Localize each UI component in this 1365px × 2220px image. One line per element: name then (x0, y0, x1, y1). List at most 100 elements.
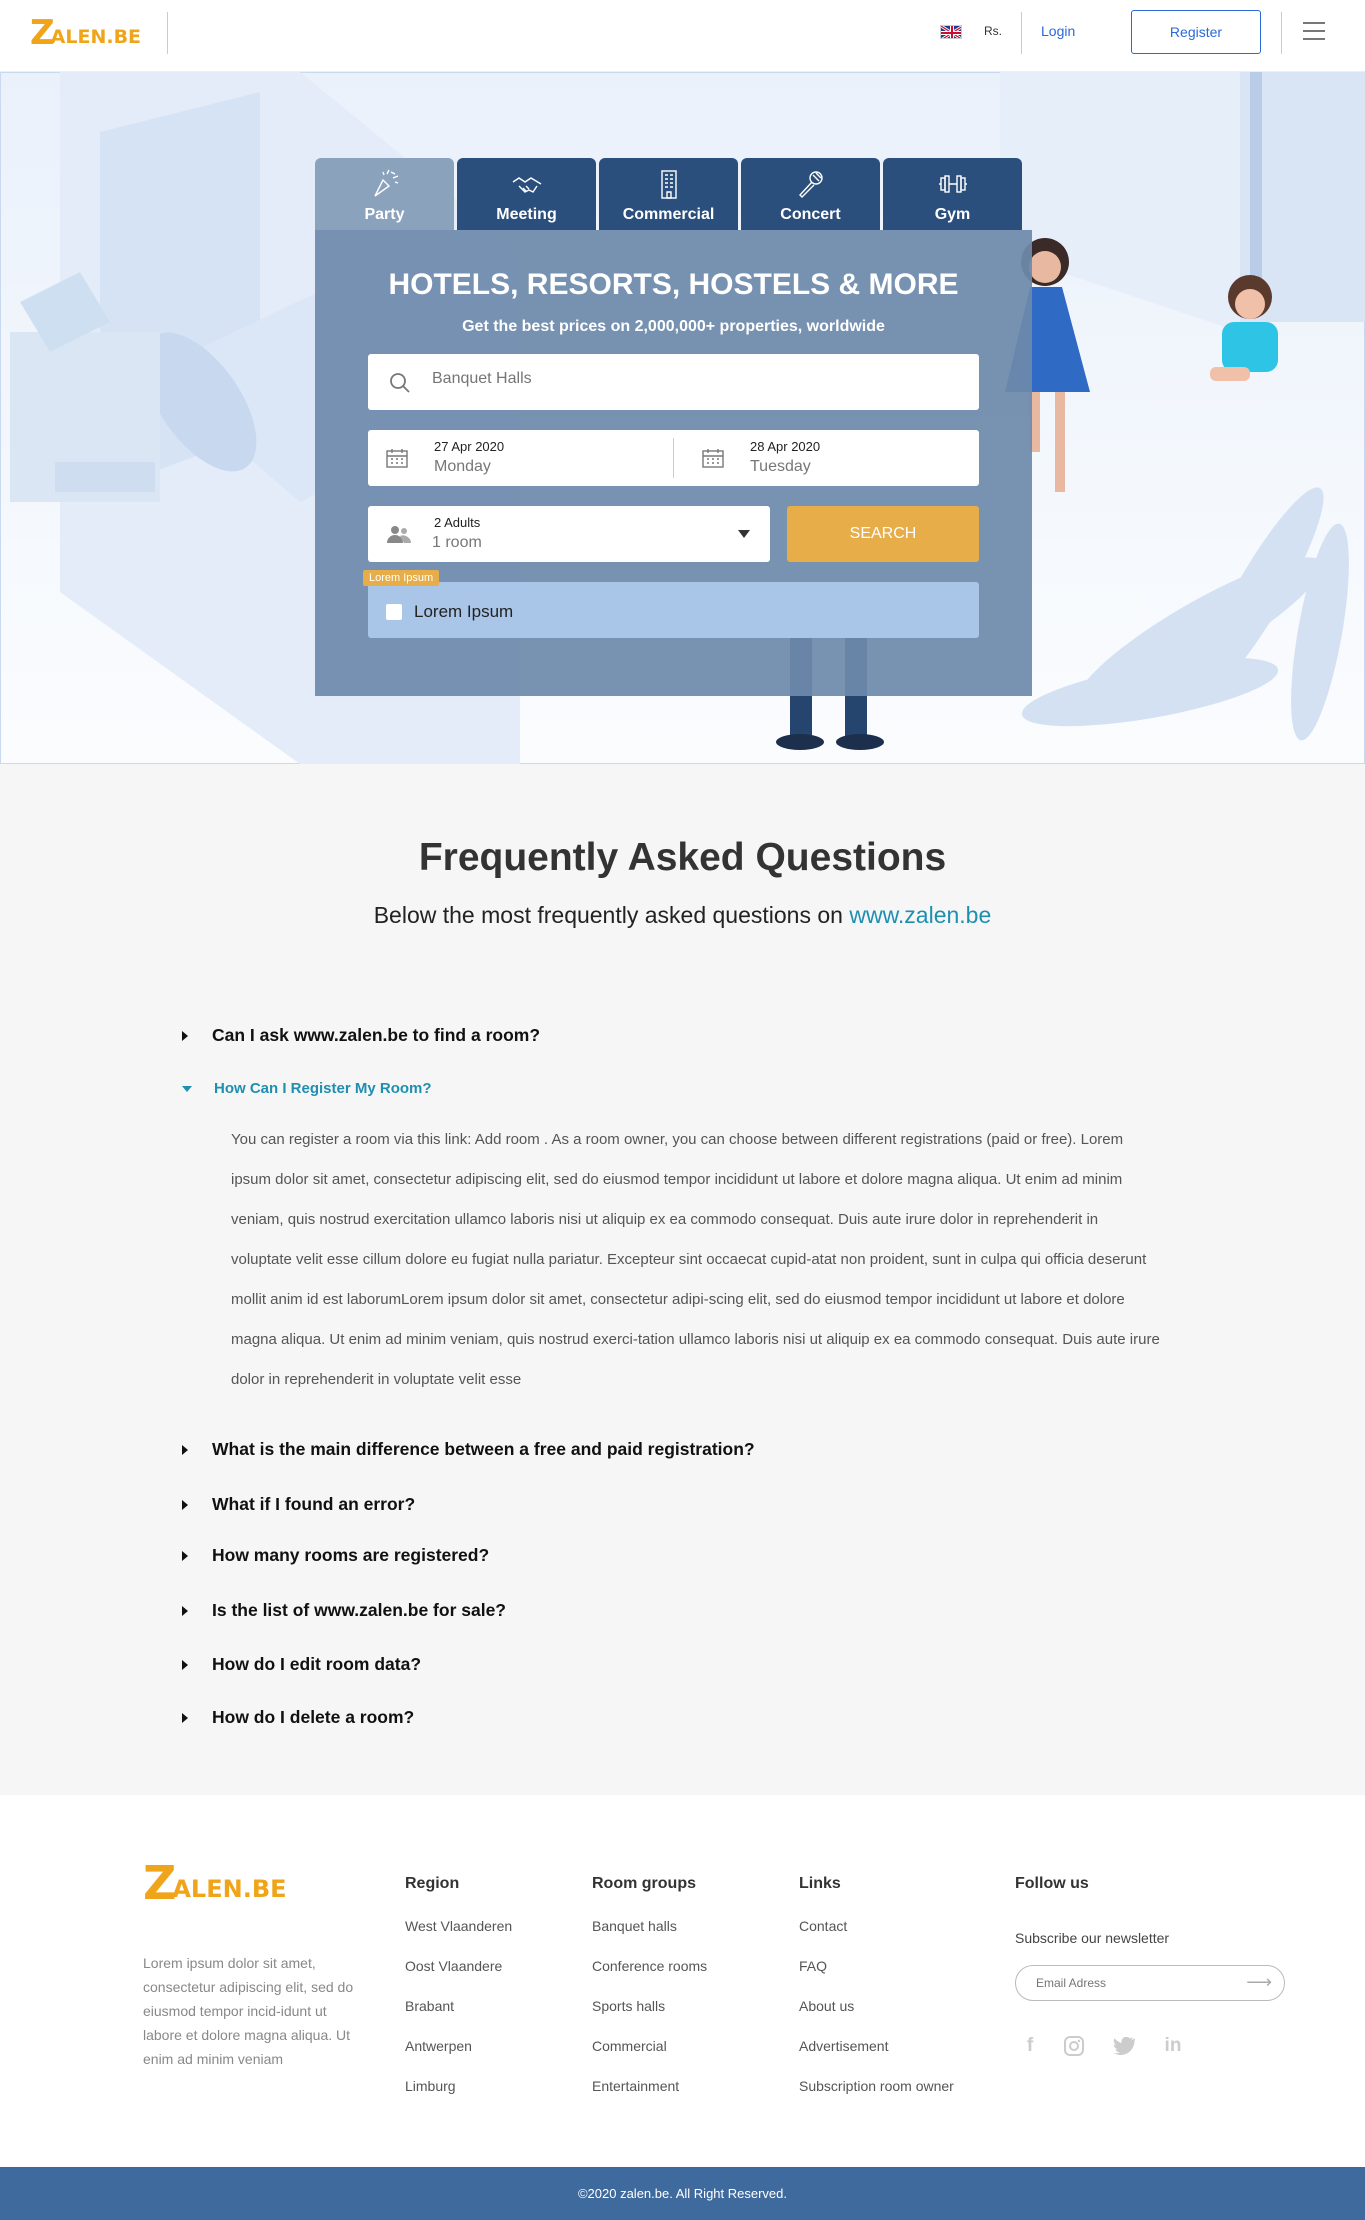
search-form: HOTELS, RESORTS, HOSTELS & MORE Get the … (315, 230, 1032, 696)
hero-title: HOTELS, RESORTS, HOSTELS & MORE (388, 268, 959, 301)
tab-label: Gym (934, 206, 971, 223)
column-title: Follow us (1015, 1875, 1089, 1892)
calendar-icon (386, 449, 408, 468)
destination-field[interactable] (368, 354, 979, 410)
tab-label: Meeting (496, 206, 557, 223)
tab-commercial[interactable]: Commercial (599, 158, 738, 230)
uk-flag-icon[interactable] (940, 25, 962, 39)
arrow-right-icon[interactable]: ⟶ (1246, 1972, 1272, 1993)
footer-link[interactable]: Antwerpen (405, 2037, 512, 2055)
tab-label: Commercial (622, 206, 715, 223)
faq-item-open[interactable]: How Can I Register My Room? (182, 1080, 432, 1097)
search-button[interactable]: SEARCH (787, 506, 979, 562)
faq-item[interactable]: What is the main difference between a fr… (182, 1439, 755, 1460)
faq-question: How Can I Register My Room? (214, 1080, 432, 1097)
column-title: Region (405, 1875, 460, 1892)
divider (1021, 12, 1022, 54)
guests-dropdown[interactable]: 2 Adults 1 room (368, 506, 770, 562)
faq-item[interactable]: How many rooms are registered? (182, 1545, 489, 1566)
caret-right-icon (182, 1551, 188, 1562)
lorem-checkbox[interactable] (386, 604, 402, 620)
caret-right-icon (182, 1031, 188, 1042)
caret-down-icon (182, 1086, 192, 1093)
faq-question: Can I ask www.zalen.be to find a room? (212, 1025, 541, 1045)
footer-link[interactable]: Subscription room owner (799, 2077, 954, 2095)
calendar-icon (702, 449, 724, 468)
footer-description: Lorem ipsum dolor sit amet, consectetur … (143, 1955, 354, 2067)
faq-answer: You can register a room via this link: A… (231, 1131, 1160, 1388)
login-button[interactable]: Login (1041, 23, 1075, 39)
logo-mark: Z (30, 13, 55, 53)
checkout-date-text: 28 Apr 2020 (750, 439, 821, 454)
instagram-icon[interactable] (1063, 2035, 1085, 2057)
footer-link[interactable]: Sports halls (592, 1997, 707, 2015)
footer-link[interactable]: About us (799, 1997, 954, 2015)
checkout-date[interactable]: 28 Apr 2020 Tuesday (674, 430, 979, 486)
tab-label: Party (364, 206, 405, 223)
linkedin-icon[interactable]: in (1162, 2035, 1184, 2057)
handshake-icon (512, 177, 541, 193)
tab-party[interactable]: Party (315, 158, 454, 230)
guests-text: 2 Adults (434, 515, 481, 530)
footer-link[interactable]: Oost Vlaandere (405, 1957, 512, 1975)
email-input[interactable] (1036, 1976, 1236, 1990)
tab-meeting[interactable]: Meeting (457, 158, 596, 230)
faq-item[interactable]: How do I edit room data? (182, 1654, 421, 1675)
newsletter-label: Subscribe our newsletter (1015, 1930, 1170, 1946)
destination-input[interactable] (432, 370, 952, 388)
faq-item[interactable]: How do I delete a room? (182, 1707, 414, 1728)
logo[interactable]: Z ALEN.BE (30, 16, 141, 50)
party-icon (373, 169, 398, 197)
lorem-badge: Lorem Ipsum (363, 570, 440, 586)
faq-item[interactable]: What if I found an error? (182, 1494, 415, 1515)
building-icon (660, 170, 677, 199)
checkin-day-text: Monday (434, 458, 491, 475)
footer-link[interactable]: Brabant (405, 1997, 512, 2015)
footer-link[interactable]: Conference rooms (592, 1957, 707, 1975)
checkout-day-text: Tuesday (750, 458, 811, 475)
tab-label: Concert (780, 206, 841, 223)
users-icon (387, 526, 411, 543)
footer-link[interactable]: Limburg (405, 2077, 512, 2095)
faq-question: How do I edit room data? (212, 1654, 422, 1674)
footer-link[interactable]: Commercial (592, 2037, 707, 2055)
lorem-option[interactable]: Lorem Ipsum (368, 582, 979, 638)
checkin-date[interactable]: 27 Apr 2020 Monday (368, 430, 673, 486)
divider (167, 12, 168, 54)
tab-gym[interactable]: Gym (883, 158, 1022, 230)
rooms-text: 1 room (432, 534, 482, 551)
footer-links-column: Links Contact FAQ About us Advertisement… (799, 1875, 954, 2117)
footer-link[interactable]: FAQ (799, 1957, 954, 1975)
footer-region-column: Region West Vlaanderen Oost Vlaandere Br… (405, 1875, 512, 2117)
register-button[interactable]: Register (1131, 10, 1261, 54)
hamburger-menu-icon[interactable] (1303, 22, 1325, 42)
facebook-icon[interactable]: f (1019, 2035, 1041, 2057)
caret-right-icon (182, 1500, 188, 1511)
dumbbell-icon (938, 175, 967, 193)
logo-text: ALEN.BE (172, 1875, 287, 1903)
currency-selector[interactable]: Rs. (984, 24, 1002, 38)
tab-concert[interactable]: Concert (741, 158, 880, 230)
faq-title: Frequently Asked Questions (418, 836, 947, 879)
copyright-bar: ©2020 zalen.be. All Right Reserved. (0, 2167, 1365, 2220)
faq-item[interactable]: Is the list of www.zalen.be for sale? (182, 1600, 506, 1621)
hero-subtitle: Get the best prices on 2,000,000+ proper… (462, 318, 885, 335)
logo-text: ALEN.BE (50, 26, 142, 48)
twitter-icon[interactable] (1113, 2037, 1135, 2055)
faq-item[interactable]: Can I ask www.zalen.be to find a room? (182, 1025, 540, 1046)
footer-link[interactable]: Banquet halls (592, 1917, 707, 1935)
footer-link[interactable]: Advertisement (799, 2037, 954, 2055)
newsletter-field[interactable]: ⟶ (1015, 1965, 1285, 2001)
hero-section: Party Meeting Commercial Concert Gym HOT… (0, 72, 1365, 764)
faq-subtitle: Below the most frequently asked question… (0, 902, 1365, 929)
chevron-down-icon (738, 530, 750, 538)
footer-link[interactable]: Contact (799, 1917, 954, 1935)
footer-logo[interactable]: Z ALEN.BE (143, 1860, 287, 1906)
zalen-link[interactable]: www.zalen.be (849, 902, 991, 928)
microphone-icon (798, 171, 823, 198)
footer-link[interactable]: Entertainment (592, 2077, 707, 2095)
lorem-checkbox-label: Lorem Ipsum (414, 602, 514, 621)
date-range-field: 27 Apr 2020 Monday 28 Apr 2020 Tuesday (368, 430, 979, 486)
footer-link[interactable]: West Vlaanderen (405, 1917, 512, 1935)
caret-right-icon (182, 1713, 188, 1724)
